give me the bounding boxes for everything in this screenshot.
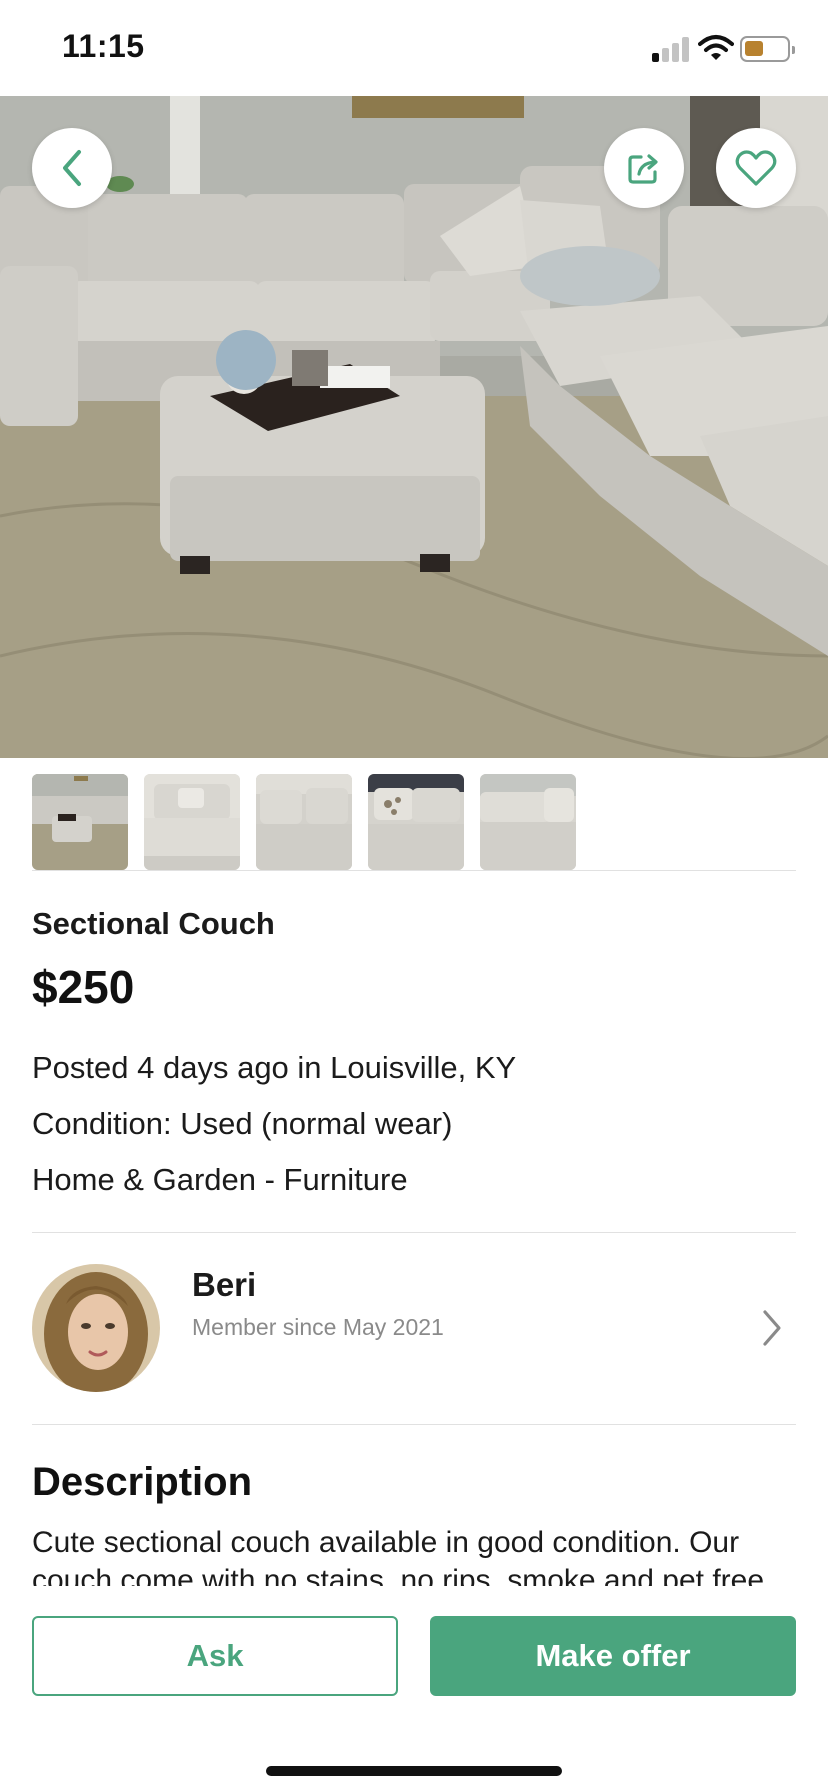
heart-icon <box>735 150 777 186</box>
thumbnail-5[interactable] <box>480 774 576 870</box>
wifi-icon <box>698 35 734 60</box>
battery-icon <box>740 36 795 62</box>
favorite-button[interactable] <box>716 128 796 208</box>
status-time: 11:15 <box>62 28 145 64</box>
avatar[interactable] <box>32 1264 160 1392</box>
thumbnail-4-image <box>368 774 464 870</box>
posted-info: Posted 4 days ago in Louisville, KY <box>32 1050 517 1085</box>
condition-info: Condition: Used (normal wear) <box>32 1106 453 1141</box>
chevron-right-icon[interactable] <box>760 1308 784 1348</box>
thumbnail-3[interactable] <box>256 774 352 870</box>
description-text: Cute sectional couch available in good c… <box>32 1526 765 1586</box>
member-since: Member since May 2021 <box>192 1314 444 1340</box>
action-bar: Ask Make offer <box>0 1586 828 1792</box>
thumbnail-1-image <box>32 774 128 870</box>
seller-avatar-image <box>32 1264 160 1392</box>
share-icon <box>628 154 658 184</box>
divider <box>32 1232 796 1233</box>
photo-thumbnails <box>32 774 576 870</box>
thumbnail-3-image <box>256 774 352 870</box>
category-info[interactable]: Home & Garden - Furniture <box>32 1162 408 1198</box>
listing-photo[interactable] <box>0 96 828 758</box>
home-indicator[interactable] <box>266 1766 562 1776</box>
make-offer-button[interactable]: Make offer <box>430 1616 796 1696</box>
signal-icon <box>652 36 690 62</box>
divider <box>32 1424 796 1425</box>
share-button[interactable] <box>604 128 684 208</box>
description-heading: Description <box>32 1460 253 1504</box>
thumbnail-2[interactable] <box>144 774 240 870</box>
status-bar: 11:15 <box>0 0 828 96</box>
chevron-left-icon <box>63 150 81 186</box>
listing-price: $250 <box>32 961 135 1013</box>
divider <box>32 870 796 871</box>
thumbnail-1[interactable] <box>32 774 128 870</box>
listing-title: Sectional Couch <box>32 906 275 941</box>
thumbnail-5-image <box>480 774 576 870</box>
sectional-couch-photo <box>0 96 828 758</box>
ask-button[interactable]: Ask <box>32 1616 398 1696</box>
thumbnail-4[interactable] <box>368 774 464 870</box>
thumbnail-2-image <box>144 774 240 870</box>
seller-name: Beri <box>192 1266 257 1303</box>
back-button[interactable] <box>32 128 112 208</box>
